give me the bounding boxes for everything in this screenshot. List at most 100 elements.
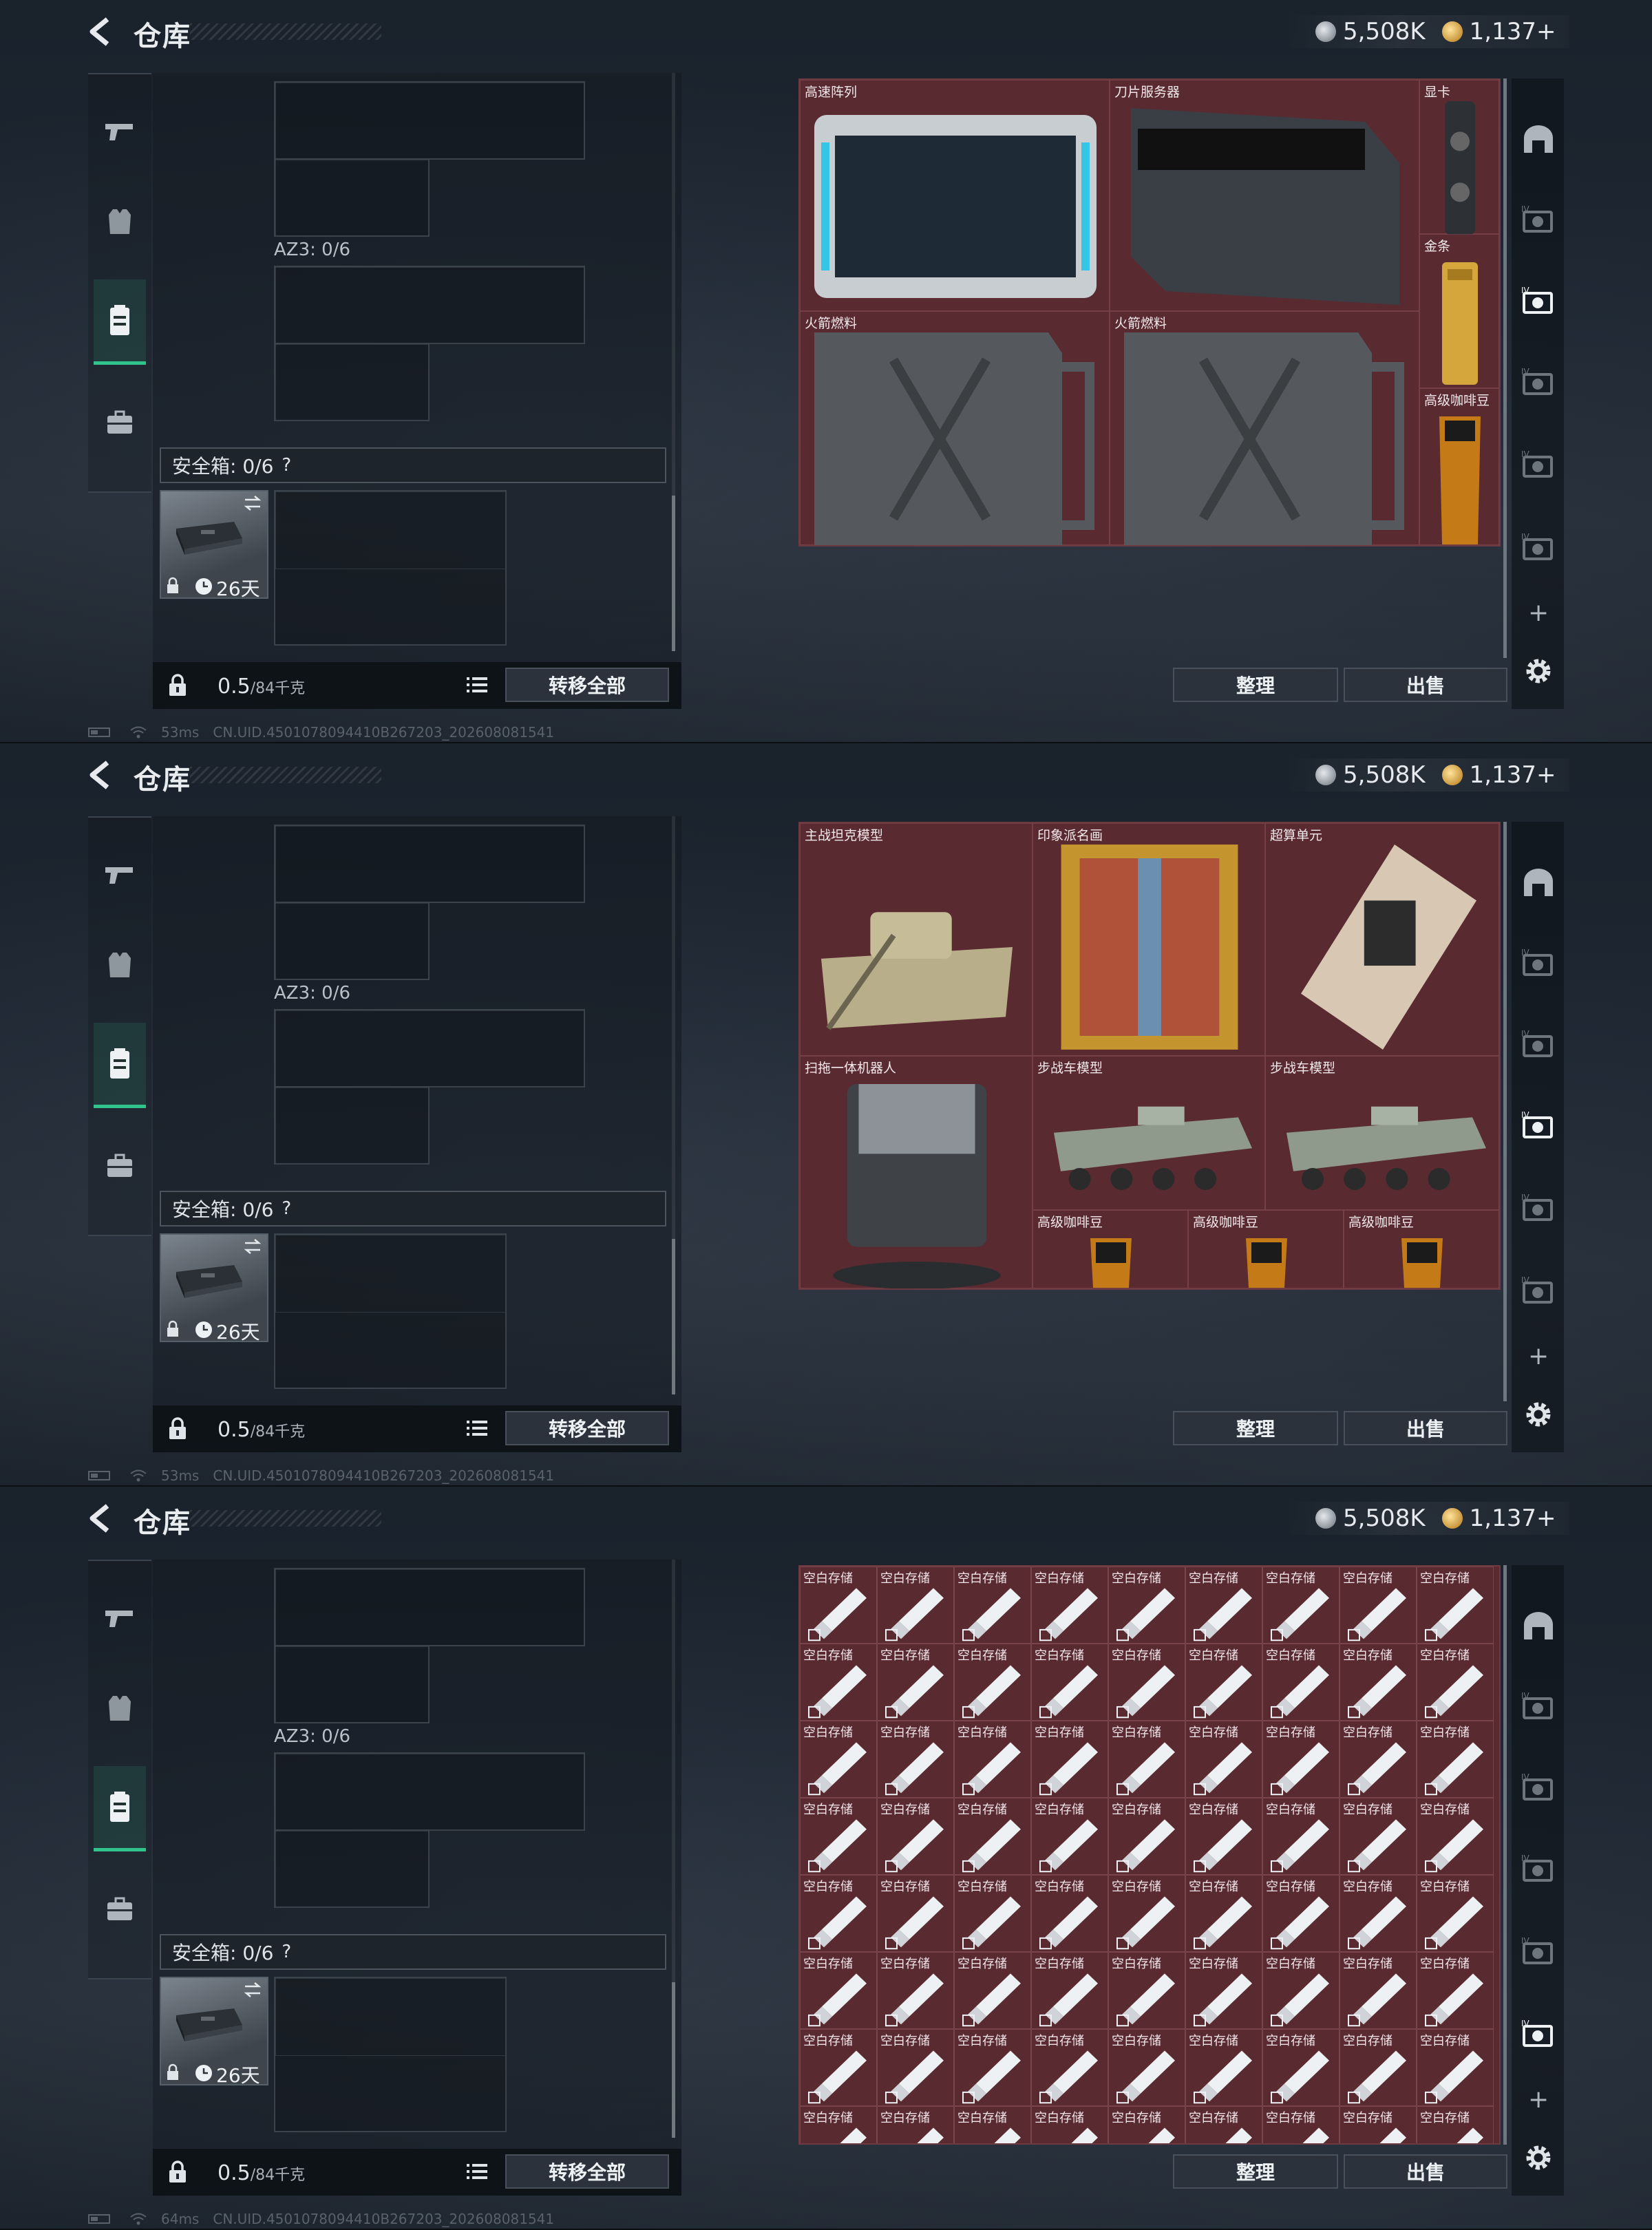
container-item[interactable]: 主战坦克模型 [800, 823, 1032, 1056]
storage-grid-row[interactable] [274, 825, 585, 903]
blank-storage-item[interactable]: 空白存储 [1185, 1798, 1262, 1875]
blank-storage-item[interactable]: 空白存储 [877, 1875, 954, 1952]
container-item[interactable]: 高级咖啡豆 [1032, 1210, 1188, 1288]
blank-storage-item[interactable]: 空白存储 [1339, 2106, 1417, 2143]
help-icon[interactable]: ? [282, 455, 291, 476]
blank-storage-item[interactable]: 空白存储 [1339, 1875, 1417, 1952]
blank-storage-item[interactable]: 空白存储 [877, 1721, 954, 1798]
safe-case-item[interactable]: 26天 [160, 490, 268, 600]
blank-storage-item[interactable]: 空白存储 [954, 2029, 1031, 2106]
blank-storage-item[interactable]: 空白存储 [1108, 1567, 1185, 1644]
blank-storage-item[interactable]: 空白存储 [800, 1721, 877, 1798]
tab-containers[interactable] [94, 279, 146, 365]
warehouse-page-tab-icon[interactable]: IV [1520, 2018, 1557, 2052]
container-grid[interactable]: 空白存储 空白存储 空白存储 空白存储 空白存储 空白存储 空白存储 空白存储 空白存储 空白存储… [798, 1565, 1501, 2145]
container-item[interactable]: 火箭燃料 [1110, 311, 1419, 545]
storage-scrollbar[interactable] [672, 496, 675, 651]
warehouse-page-tab-icon[interactable]: IV [1520, 1275, 1557, 1309]
blank-storage-item[interactable]: 空白存储 [1031, 1721, 1108, 1798]
tab-containers[interactable] [94, 1023, 146, 1108]
blank-storage-item[interactable]: 空白存储 [1417, 2029, 1494, 2106]
storage-grid-row[interactable] [274, 1568, 585, 1646]
list-icon[interactable] [465, 675, 489, 695]
blank-storage-item[interactable]: 空白存储 [1185, 1567, 1262, 1644]
container-item[interactable]: 金条 [1419, 234, 1499, 388]
sort-button[interactable]: 整理 [1173, 668, 1338, 702]
blank-storage-item[interactable]: 空白存储 [1417, 1952, 1494, 2029]
warehouse-home-tab-icon[interactable] [1520, 866, 1557, 900]
blank-storage-item[interactable]: 空白存储 [800, 2029, 877, 2106]
blank-storage-item[interactable]: 空白存储 [1417, 2106, 1494, 2143]
container-item[interactable]: 印象派名画 [1032, 823, 1265, 1056]
container-item[interactable]: 高级咖啡豆 [1188, 1210, 1344, 1288]
container-item[interactable]: 步战车模型 [1265, 1056, 1499, 1210]
container-item[interactable]: 高级咖啡豆 [1344, 1210, 1499, 1288]
blank-storage-item[interactable]: 空白存储 [877, 1952, 954, 2029]
container-scrollbar[interactable] [1503, 1565, 1507, 2145]
blank-storage-item[interactable]: 空白存储 [1339, 1644, 1417, 1721]
warehouse-page-tab-icon[interactable]: IV [1520, 1192, 1557, 1226]
blank-storage-item[interactable]: 空白存储 [1339, 1798, 1417, 1875]
container-item[interactable]: 高级咖啡豆 [1419, 388, 1499, 545]
blank-storage-item[interactable]: 空白存储 [1185, 1644, 1262, 1721]
sort-button[interactable]: 整理 [1173, 1411, 1338, 1445]
blank-storage-item[interactable]: 空白存储 [1262, 1875, 1339, 1952]
tab-containers[interactable] [94, 1766, 146, 1851]
warehouse-home-tab-icon[interactable] [1520, 123, 1557, 157]
blank-storage-item[interactable]: 空白存储 [1262, 1567, 1339, 1644]
swap-icon[interactable] [242, 1238, 263, 1255]
sell-button[interactable]: 出售 [1344, 668, 1507, 702]
blank-storage-item[interactable]: 空白存储 [1108, 1798, 1185, 1875]
blank-storage-item[interactable]: 空白存储 [1031, 2106, 1108, 2143]
blank-storage-item[interactable]: 空白存储 [1108, 2106, 1185, 2143]
storage-grid-row[interactable] [274, 343, 430, 421]
blank-storage-item[interactable]: 空白存储 [1262, 2029, 1339, 2106]
storage-grid-row[interactable] [274, 158, 430, 237]
sell-button[interactable]: 出售 [1344, 1411, 1507, 1445]
swap-icon[interactable] [242, 494, 263, 512]
container-item[interactable]: 刀片服务器 [1110, 80, 1419, 311]
storage-grid-row[interactable] [274, 1009, 585, 1087]
blank-storage-item[interactable]: 空白存储 [1262, 1644, 1339, 1721]
blank-storage-item[interactable]: 空白存储 [877, 2106, 954, 2143]
storage-grid-row[interactable] [274, 81, 585, 160]
warehouse-home-tab-icon[interactable] [1520, 1609, 1557, 1644]
blank-storage-item[interactable]: 空白存储 [800, 1952, 877, 2029]
blank-storage-item[interactable]: 空白存储 [800, 1875, 877, 1952]
blank-storage-item[interactable]: 空白存储 [877, 1798, 954, 1875]
safe-box-grid[interactable] [274, 1233, 507, 1389]
blank-storage-item[interactable]: 空白存储 [1339, 1567, 1417, 1644]
blank-storage-item[interactable]: 空白存储 [954, 1567, 1031, 1644]
blank-storage-item[interactable]: 空白存储 [1185, 2106, 1262, 2143]
help-icon[interactable]: ? [282, 1942, 291, 1962]
storage-grid-row[interactable] [274, 266, 585, 344]
gold-amount[interactable]: 1,137+ [1470, 761, 1556, 789]
blank-storage-item[interactable]: 空白存储 [1185, 1875, 1262, 1952]
blank-storage-item[interactable]: 空白存储 [1185, 1952, 1262, 2029]
blank-storage-item[interactable]: 空白存储 [800, 2106, 877, 2143]
blank-storage-item[interactable]: 空白存储 [954, 1721, 1031, 1798]
warehouse-page-tab-icon[interactable]: IV [1520, 1109, 1557, 1144]
list-icon[interactable] [465, 1418, 489, 1438]
help-icon[interactable]: ? [282, 1198, 291, 1219]
blank-storage-item[interactable]: 空白存储 [1339, 2029, 1417, 2106]
settings-gear-icon[interactable] [1521, 2141, 1556, 2175]
warehouse-page-tab-icon[interactable]: IV [1520, 285, 1557, 319]
tab-armor[interactable] [94, 922, 146, 1008]
safe-case-item[interactable]: 26天 [160, 1233, 268, 1344]
blank-storage-item[interactable]: 空白存储 [1185, 1721, 1262, 1798]
tab-armor[interactable] [94, 1666, 146, 1751]
blank-storage-item[interactable]: 空白存储 [1339, 1952, 1417, 2029]
container-item[interactable]: 扫拖一体机器人 [800, 1056, 1032, 1288]
add-tab-icon[interactable]: + [1528, 2085, 1549, 2114]
blank-storage-item[interactable]: 空白存储 [877, 1644, 954, 1721]
blank-storage-item[interactable]: 空白存储 [800, 1798, 877, 1875]
gold-amount[interactable]: 1,137+ [1470, 18, 1556, 45]
container-item[interactable]: 显卡 [1419, 80, 1499, 235]
blank-storage-item[interactable]: 空白存储 [1108, 1721, 1185, 1798]
blank-storage-item[interactable]: 空白存储 [800, 1567, 877, 1644]
blank-storage-item[interactable]: 空白存储 [954, 2106, 1031, 2143]
storage-grid-row[interactable] [274, 1086, 430, 1165]
container-grid[interactable]: 高速阵列 刀片服务器 显卡 金条 火箭燃料 火箭燃料 高级咖啡豆 [798, 78, 1501, 546]
tab-items[interactable] [94, 1123, 146, 1209]
